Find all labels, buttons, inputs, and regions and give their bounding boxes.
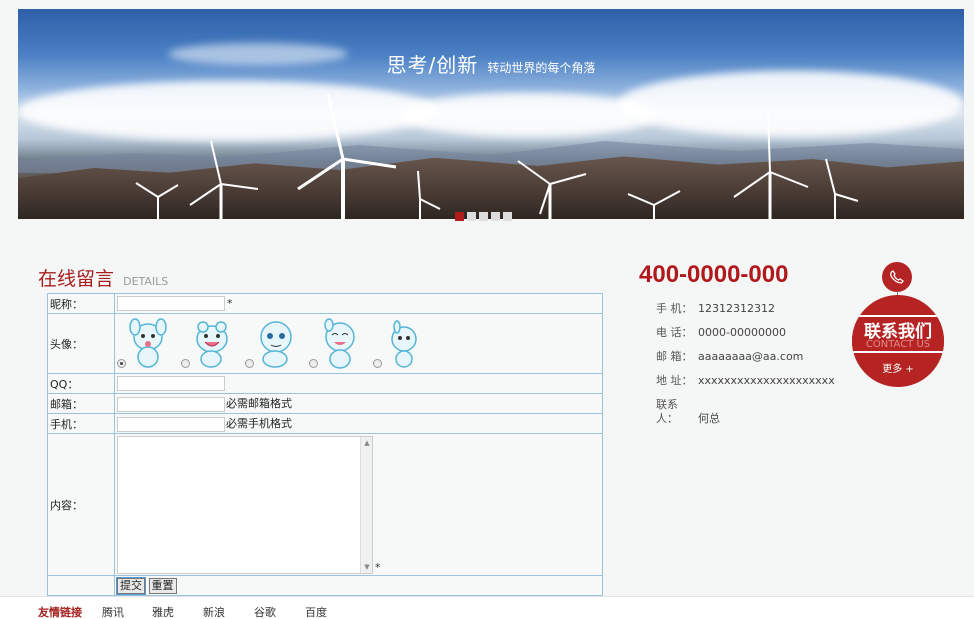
friend-links-label: 友情链接	[38, 606, 82, 619]
content-cell: ▲ ▼ *	[114, 433, 603, 576]
cartoon-avatar-2-icon	[196, 320, 228, 368]
section-title-en: DETAILS	[123, 275, 169, 288]
contact-value: xxxxxxxxxxxxxxxxxxxxx	[698, 374, 835, 387]
avatar-option[interactable]	[117, 317, 173, 371]
nickname-cell: *	[114, 293, 603, 314]
avatar-option[interactable]	[181, 317, 237, 371]
mobile-input[interactable]	[117, 416, 225, 432]
textarea-scrollbar[interactable]: ▲ ▼	[360, 436, 373, 573]
wind-turbines	[135, 93, 859, 219]
avatar-option[interactable]	[309, 317, 365, 371]
slider-dot[interactable]	[491, 212, 500, 221]
avatar-label: 头像：	[47, 313, 115, 374]
contact-key: 手 机：	[656, 302, 693, 315]
avatar-options	[117, 315, 600, 373]
slider-dot[interactable]	[455, 212, 464, 221]
more-link[interactable]: 更多 +	[852, 360, 944, 375]
contact-value: 何总	[698, 412, 720, 425]
cartoon-avatar-3-icon	[260, 320, 292, 368]
friend-link[interactable]: 腾讯	[102, 604, 124, 619]
form-row-content: 内容： ▲ ▼ *	[47, 433, 603, 576]
qq-input[interactable]	[117, 376, 225, 391]
friend-links-bar: 友情链接 腾讯 雅虎 新浪 谷歌 百度	[0, 596, 974, 619]
cartoon-avatar-1-icon	[129, 317, 167, 368]
mobile-hint: 必需手机格式	[226, 417, 292, 431]
slider-dot[interactable]	[467, 212, 476, 221]
contact-value: 12312312312	[698, 302, 775, 315]
actions-empty-cell	[47, 575, 115, 596]
cartoon-avatar-4-icon	[324, 317, 355, 369]
friend-link[interactable]: 雅虎	[152, 604, 174, 619]
scroll-down-icon[interactable]: ▼	[361, 561, 373, 573]
form-row-email: 邮箱： 必需邮箱格式	[47, 393, 603, 414]
friend-link[interactable]: 新浪	[203, 604, 225, 619]
required-mark: *	[375, 560, 381, 574]
friend-link[interactable]: 谷歌	[254, 604, 276, 619]
friend-link[interactable]: 百度	[305, 604, 327, 619]
form-row-qq: QQ：	[47, 373, 603, 394]
form-row-actions: 提交 重置	[47, 575, 603, 596]
contact-key: 地 址：	[656, 374, 693, 387]
mobile-cell: 必需手机格式	[114, 413, 603, 434]
slider-dot[interactable]	[479, 212, 488, 221]
required-mark: *	[227, 296, 233, 310]
form-row-nickname: 昵称： *	[47, 293, 603, 314]
contact-key: 邮 箱：	[656, 350, 693, 363]
contact-list: 手 机： 12312312312 电 话： 0000-00000000 邮 箱： aa…	[656, 302, 835, 425]
form-row-avatar: 头像：	[47, 313, 603, 374]
banner-subtitle: 转动世界的每个角落	[487, 61, 596, 75]
actions-cell: 提交 重置	[114, 575, 603, 596]
scroll-up-icon[interactable]: ▲	[361, 437, 373, 449]
email-hint: 必需邮箱格式	[226, 397, 292, 411]
avatar-option[interactable]	[245, 317, 301, 371]
avatar-cell	[114, 313, 603, 374]
email-cell: 必需邮箱格式	[114, 393, 603, 414]
hotline-number: 400-0000-000	[639, 261, 789, 288]
slider-dots	[455, 212, 512, 221]
contact-value: aaaaaaaa@aa.com	[698, 350, 804, 363]
section-title: 在线留言 DETAILS	[38, 264, 168, 291]
mobile-label: 手机：	[47, 413, 115, 434]
contact-value: 0000-00000000	[698, 326, 786, 339]
nickname-label: 昵称：	[47, 293, 115, 314]
reset-button[interactable]: 重置	[148, 577, 177, 594]
qq-label: QQ：	[47, 373, 115, 394]
contact-row-email: 邮 箱： aaaaaaaa@aa.com	[656, 350, 835, 374]
banner-caption: 思考/创新 转动世界的每个角落	[18, 49, 964, 78]
contact-us-circle: 联系我们 CONTACT US 更多 +	[852, 295, 944, 387]
email-label: 邮箱：	[47, 393, 115, 414]
cartoon-avatar-5-icon	[391, 319, 417, 368]
slider-dot[interactable]	[503, 212, 512, 221]
contact-key: 电 话：	[656, 326, 693, 339]
contact-row-mobile: 手 机： 12312312312	[656, 302, 835, 326]
message-form: 昵称： * 头像： QQ： 邮箱： 必需邮箱格式 手机： 必需手机格式 内容： …	[47, 293, 603, 596]
content-label: 内容：	[47, 433, 115, 576]
contact-us-badge[interactable]: 联系我们 CONTACT US 更多 +	[852, 262, 944, 387]
section-title-cn: 在线留言	[38, 268, 115, 290]
avatar-option[interactable]	[373, 317, 429, 371]
email-input[interactable]	[117, 396, 225, 412]
nickname-input[interactable]	[117, 296, 225, 311]
contact-row-phone: 电 话： 0000-00000000	[656, 326, 835, 350]
contact-row-person: 联系人： 何总	[656, 398, 835, 425]
hero-banner: 思考/创新 转动世界的每个角落	[18, 9, 964, 219]
banner-title: 思考/创新	[386, 53, 479, 77]
submit-button[interactable]: 提交	[116, 576, 146, 595]
content-textarea[interactable]: ▲ ▼	[117, 435, 373, 574]
contact-row-address: 地 址： xxxxxxxxxxxxxxxxxxxxx	[656, 374, 835, 398]
qq-cell	[114, 373, 603, 394]
phone-icon	[882, 262, 912, 292]
contact-key: 联系人：	[656, 398, 678, 425]
form-row-mobile: 手机： 必需手机格式	[47, 413, 603, 434]
contact-us-title-en: CONTACT US	[865, 339, 931, 350]
